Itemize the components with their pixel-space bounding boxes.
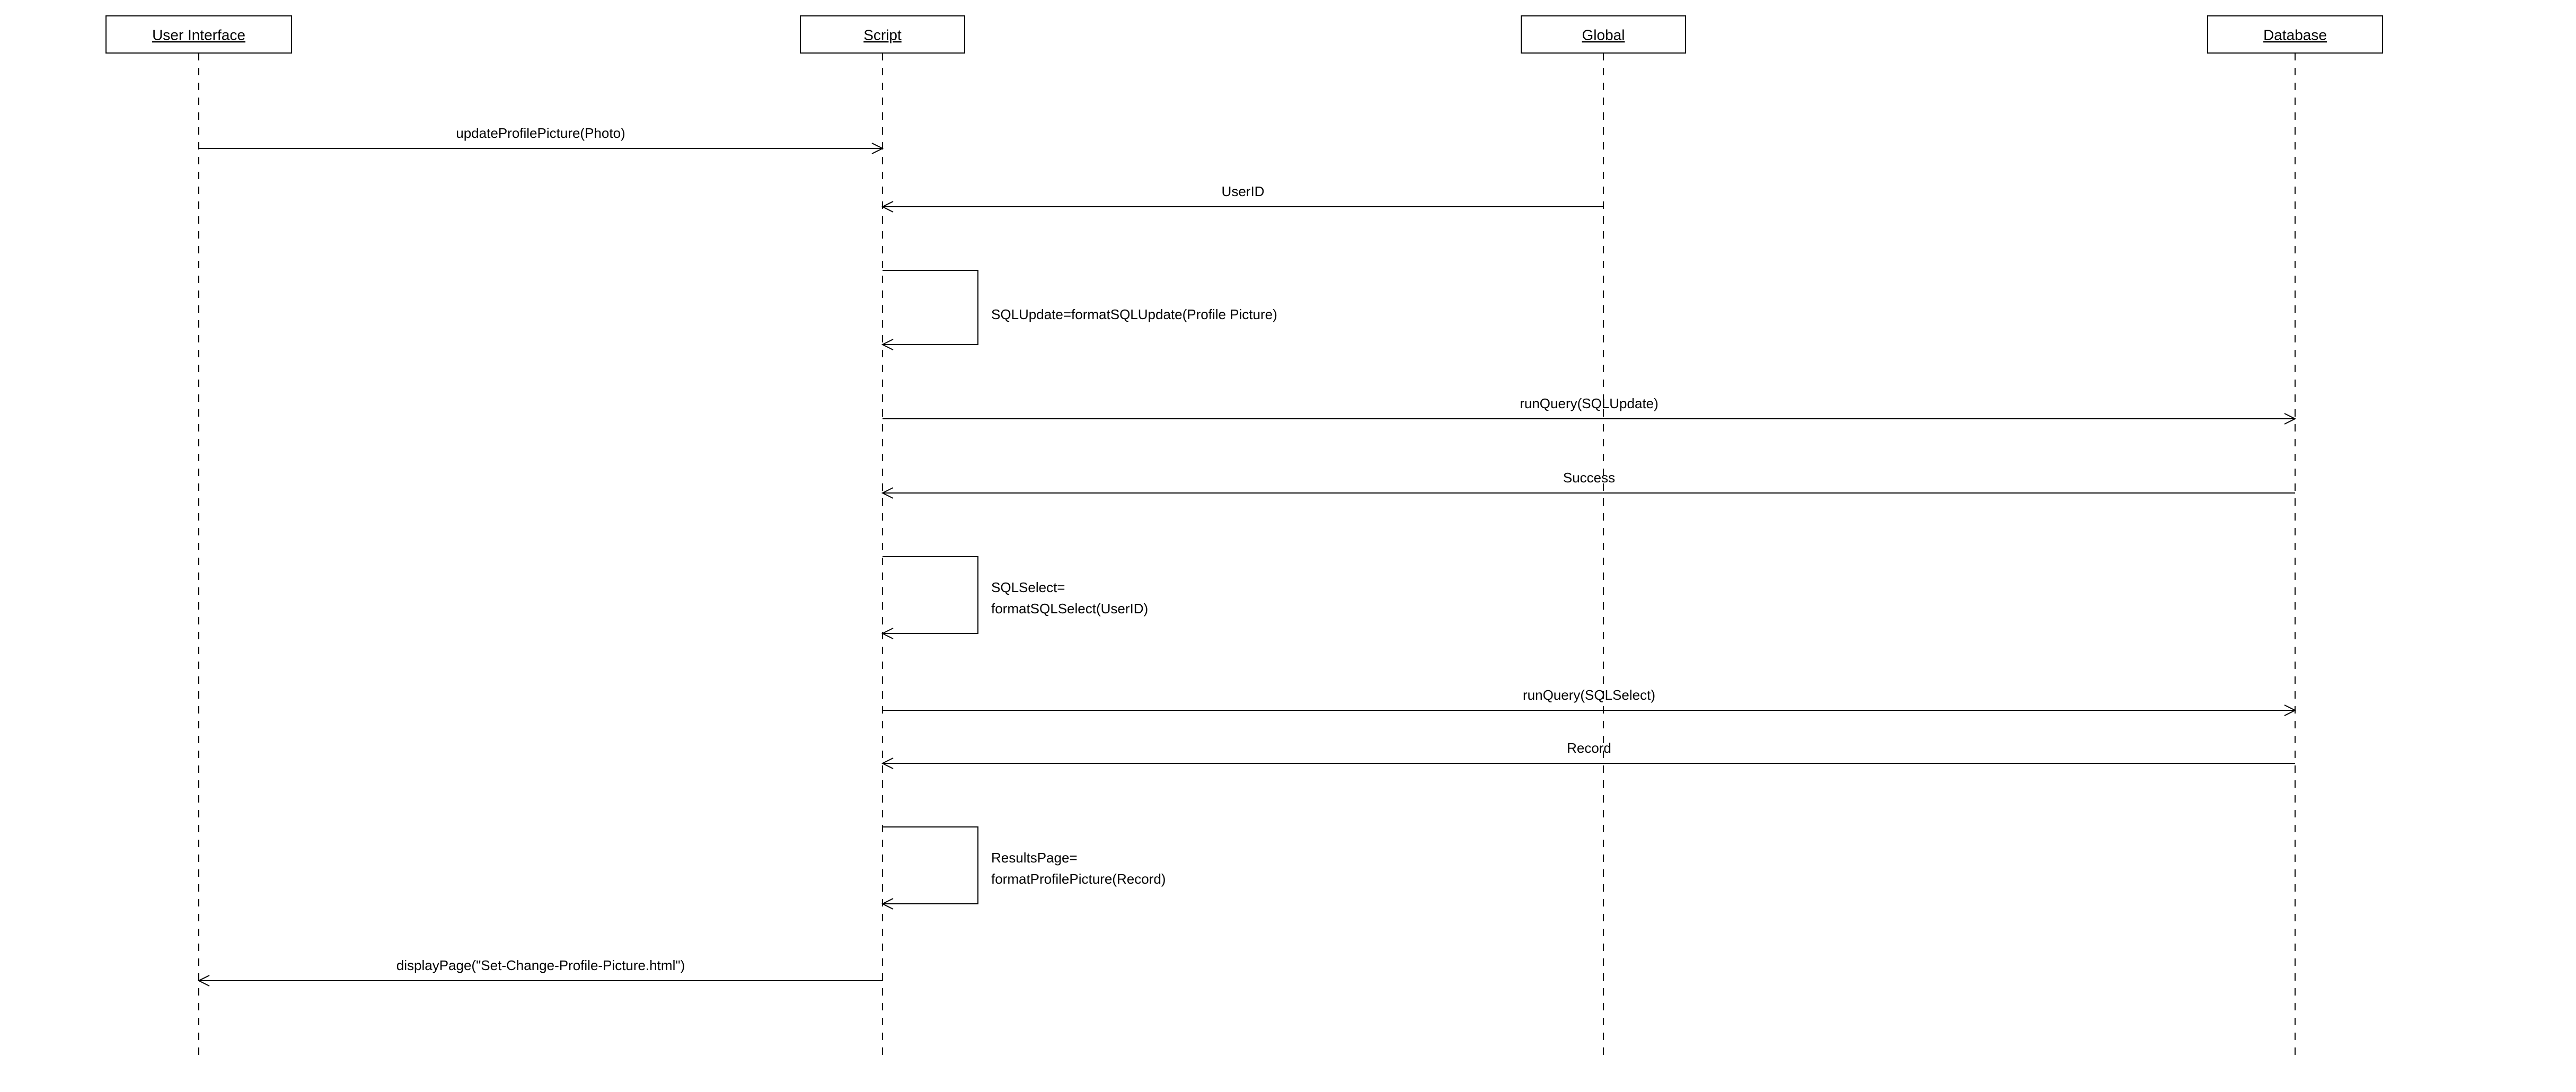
message-label: displayPage("Set-Change-Profile-Picture.… [396, 957, 685, 973]
message-label: SQLSelect= [991, 579, 1065, 595]
participant-label: User Interface [152, 27, 245, 43]
message-label: formatProfilePicture(Record) [991, 871, 1166, 887]
participant-label: Script [863, 27, 902, 43]
message-label: runQuery(SQLSelect) [1523, 687, 1655, 703]
participant-user-interface: User Interface [106, 16, 292, 1060]
message-label: ResultsPage= [991, 850, 1078, 866]
message-run-query-select: runQuery(SQLSelect) [883, 687, 2295, 710]
message-user-id: UserID [883, 183, 1603, 207]
participant-label: Database [2263, 27, 2327, 43]
message-run-query-update: runQuery(SQLUpdate) [883, 395, 2295, 419]
self-message-format-profile-picture: ResultsPage= formatProfilePicture(Record… [883, 827, 1166, 904]
participant-global: Global [1521, 16, 1686, 1060]
message-label: Record [1567, 740, 1611, 756]
message-label: runQuery(SQLUpdate) [1520, 395, 1658, 411]
message-update-profile-picture: updateProfilePicture(Photo) [199, 125, 883, 148]
self-message-format-sql-update: SQLUpdate=formatSQLUpdate(Profile Pictur… [883, 270, 1277, 345]
self-message-format-sql-select: SQLSelect= formatSQLSelect(UserID) [883, 557, 1148, 633]
participant-database: Database [2208, 16, 2383, 1060]
message-display-page: displayPage("Set-Change-Profile-Picture.… [199, 957, 883, 981]
message-success: Success [883, 470, 2295, 493]
message-label: Success [1563, 470, 1615, 486]
message-label: SQLUpdate=formatSQLUpdate(Profile Pictur… [991, 306, 1277, 322]
message-label: UserID [1222, 183, 1265, 199]
participant-label: Global [1582, 27, 1625, 43]
message-label: updateProfilePicture(Photo) [456, 125, 625, 141]
message-label: formatSQLSelect(UserID) [991, 601, 1148, 617]
message-record: Record [883, 740, 2295, 763]
sequence-diagram: User Interface Script Global Database up… [0, 0, 2576, 1092]
